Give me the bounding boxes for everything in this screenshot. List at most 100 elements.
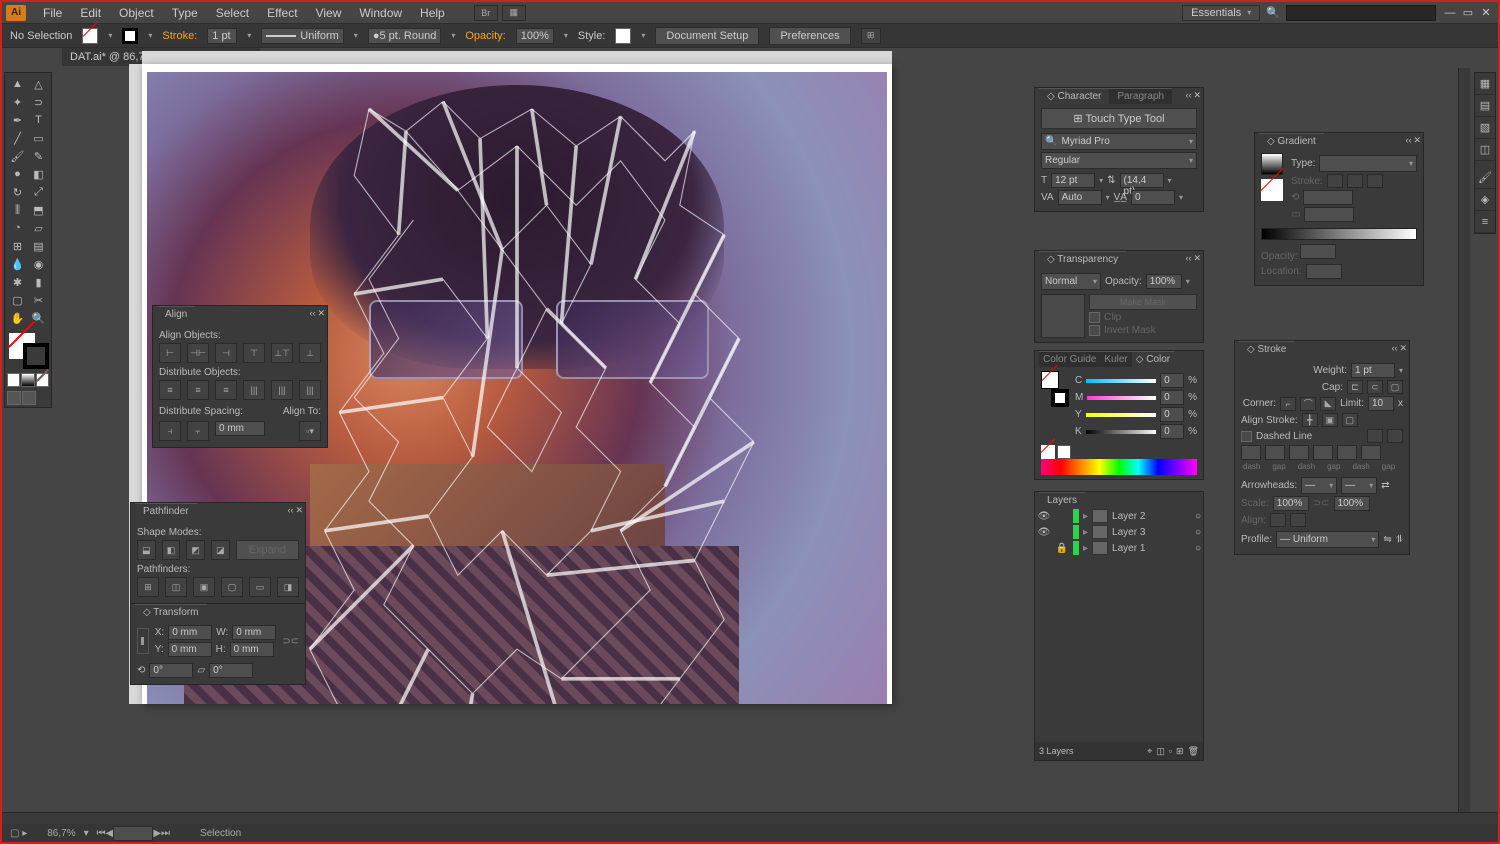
- layer-row[interactable]: 👁 ▸ Layer 3 ○: [1035, 524, 1203, 540]
- dashed-checkbox[interactable]: [1241, 431, 1252, 442]
- artboard-nav-icon[interactable]: ▢ ▸: [10, 828, 27, 839]
- stroke-weight-field[interactable]: 1 pt: [207, 28, 237, 44]
- y-input[interactable]: 0: [1160, 407, 1184, 422]
- dock-icon[interactable]: ▦: [1475, 73, 1495, 95]
- link-icon[interactable]: ⊃⊂: [282, 636, 299, 647]
- none-swatch[interactable]: [1261, 179, 1283, 201]
- align-panel-tab[interactable]: Align: [157, 306, 195, 322]
- dash2[interactable]: [1289, 445, 1309, 460]
- screen-mode-normal[interactable]: [7, 391, 21, 405]
- new-layer-icon[interactable]: ⊞: [1176, 746, 1184, 757]
- collapse-icon[interactable]: ‹‹: [309, 308, 315, 319]
- make-mask-button[interactable]: Make Mask: [1089, 294, 1197, 310]
- nav-first-icon[interactable]: ⏮: [97, 828, 106, 839]
- dash-preserve-icon[interactable]: [1367, 429, 1383, 443]
- style-swatch[interactable]: [615, 28, 631, 44]
- chevron-down-icon[interactable]: ▾: [247, 31, 251, 40]
- stroke-grad-3-icon[interactable]: [1367, 174, 1383, 188]
- menu-object[interactable]: Object: [110, 6, 163, 20]
- expand-icon[interactable]: ▸: [1083, 511, 1088, 522]
- corner-bevel-icon[interactable]: ◣: [1320, 397, 1336, 411]
- font-family-select[interactable]: 🔍 Myriad Pro▾: [1041, 133, 1197, 150]
- font-size-input[interactable]: 12 pt: [1051, 173, 1095, 188]
- outline-icon[interactable]: ▭: [249, 577, 271, 597]
- x-input[interactable]: 0 mm: [168, 625, 212, 640]
- stroke-swatch[interactable]: [122, 28, 138, 44]
- nav-next-icon[interactable]: ▶: [153, 828, 161, 839]
- chevron-down-icon[interactable]: ▾: [108, 31, 112, 40]
- chevron-down-icon[interactable]: ▾: [1106, 193, 1110, 202]
- mesh-tool[interactable]: ⊞: [7, 237, 28, 255]
- fill-stroke-control[interactable]: [7, 331, 51, 371]
- bridge-icon[interactable]: Br: [474, 5, 498, 21]
- font-style-select[interactable]: Regular▾: [1041, 152, 1197, 169]
- layer-row[interactable]: 🔒 ▸ Layer 1 ○: [1035, 540, 1203, 556]
- flip-y-icon[interactable]: ⥮: [1396, 534, 1403, 545]
- character-tab[interactable]: ◇ Character: [1039, 88, 1109, 104]
- perspective-tool[interactable]: ▱: [28, 219, 49, 237]
- close-icon[interactable]: ✕: [317, 308, 325, 319]
- close-icon[interactable]: ✕: [1193, 90, 1201, 101]
- collapse-icon[interactable]: ‹‹: [1405, 135, 1411, 146]
- arrow-end-select[interactable]: — ▾: [1341, 477, 1377, 494]
- color-guide-tab[interactable]: Color Guide: [1039, 351, 1100, 367]
- white-swatch[interactable]: [1057, 445, 1071, 459]
- chevron-down-icon[interactable]: ▾: [641, 31, 645, 40]
- color-fill-stroke[interactable]: [1041, 371, 1069, 407]
- slice-tool[interactable]: ✂: [28, 291, 49, 309]
- close-icon[interactable]: ✕: [295, 505, 303, 516]
- collapse-icon[interactable]: ‹‹: [1391, 343, 1397, 354]
- color-tab[interactable]: ◇ Color: [1132, 351, 1174, 367]
- kuler-tab[interactable]: Kuler: [1100, 351, 1131, 367]
- minimize-button[interactable]: —: [1442, 6, 1458, 20]
- expand-icon[interactable]: ▸: [1083, 543, 1088, 554]
- tracking-input[interactable]: 0: [1131, 190, 1175, 205]
- crop-icon[interactable]: ▢: [221, 577, 243, 597]
- selection-tool[interactable]: ▲: [7, 75, 28, 93]
- layers-tab[interactable]: Layers: [1039, 492, 1085, 508]
- angle-input[interactable]: 0°: [149, 663, 193, 678]
- scale-tool[interactable]: ⤢: [28, 183, 49, 201]
- menu-type[interactable]: Type: [163, 6, 207, 20]
- magic-wand-tool[interactable]: ✦: [7, 93, 28, 111]
- grad-location-input[interactable]: [1306, 264, 1342, 279]
- visibility-toggle[interactable]: 👁: [1037, 509, 1051, 523]
- merge-icon[interactable]: ▣: [193, 577, 215, 597]
- align-stroke-inside-icon[interactable]: ▣: [1322, 413, 1338, 427]
- expand-icon[interactable]: ▸: [1083, 527, 1088, 538]
- nav-prev-icon[interactable]: ◀: [106, 828, 114, 839]
- dock-icon[interactable]: ▧: [1475, 117, 1495, 139]
- exclude-icon[interactable]: ◪: [211, 540, 230, 560]
- gradient-chip[interactable]: [21, 373, 34, 387]
- dash-align-icon[interactable]: [1387, 429, 1403, 443]
- cap-butt-icon[interactable]: ⊏: [1347, 380, 1363, 394]
- nav-last-icon[interactable]: ⏭: [161, 828, 170, 839]
- swap-arrows-icon[interactable]: ⇄: [1381, 480, 1389, 491]
- dock-icon[interactable]: ▤: [1475, 95, 1495, 117]
- layer-row[interactable]: 👁 ▸ Layer 2 ○: [1035, 508, 1203, 524]
- invert-checkbox[interactable]: [1089, 325, 1100, 336]
- blob-brush-tool[interactable]: ●: [7, 165, 28, 183]
- w-input[interactable]: 0 mm: [232, 625, 276, 640]
- y-slider[interactable]: [1086, 413, 1156, 417]
- align-icon[interactable]: ⊞: [861, 28, 881, 44]
- shear-input[interactable]: 0°: [209, 663, 253, 678]
- dock-icon[interactable]: 🖌: [1475, 167, 1495, 189]
- spectrum-picker[interactable]: [1041, 459, 1197, 475]
- artboard-tool[interactable]: ▢: [7, 291, 28, 309]
- chevron-down-icon[interactable]: ▾: [1168, 176, 1172, 185]
- close-icon[interactable]: ✕: [1413, 135, 1421, 146]
- none-swatch[interactable]: [1041, 445, 1055, 459]
- dock-icon[interactable]: ◫: [1475, 139, 1495, 161]
- align-left-icon[interactable]: ⊢: [159, 343, 181, 363]
- dist-right-icon[interactable]: |||: [299, 380, 321, 400]
- align-hcenter-icon[interactable]: ⊣⊢: [187, 343, 209, 363]
- dist-left-icon[interactable]: |||: [243, 380, 265, 400]
- fill-swatch[interactable]: [82, 28, 98, 44]
- direct-selection-tool[interactable]: △: [28, 75, 49, 93]
- blend-mode-select[interactable]: Normal▾: [1041, 273, 1101, 290]
- dist-hcenter-icon[interactable]: |||: [271, 380, 293, 400]
- symbol-sprayer-tool[interactable]: ✱: [7, 273, 28, 291]
- free-transform-tool[interactable]: ⬒: [28, 201, 49, 219]
- arrow-scale1[interactable]: 100%: [1273, 496, 1309, 511]
